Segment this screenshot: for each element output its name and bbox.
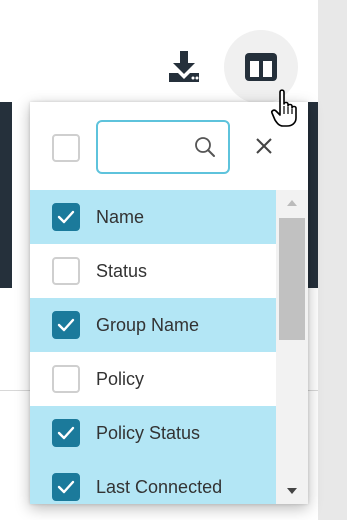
checkbox[interactable] xyxy=(52,257,80,285)
column-picker-header xyxy=(30,102,308,190)
list-item-label: Policy Status xyxy=(96,422,201,443)
divider xyxy=(0,390,30,391)
columns-icon xyxy=(245,53,277,81)
triangle-up-icon xyxy=(287,200,297,206)
search-input[interactable] xyxy=(106,136,206,158)
checkmark-icon xyxy=(57,480,75,494)
list-item-label: Group Name xyxy=(96,314,200,335)
list-item[interactable]: Policy Status xyxy=(30,406,276,460)
page: Name Status Group Name Policy Policy Sta… xyxy=(0,0,347,520)
scroll-up-button[interactable] xyxy=(276,190,308,216)
list-item[interactable]: Group Name xyxy=(30,298,276,352)
download-button[interactable] xyxy=(162,44,206,88)
list-item[interactable]: Status xyxy=(30,244,276,298)
checkbox[interactable] xyxy=(52,365,80,393)
column-chooser-button[interactable] xyxy=(224,30,298,104)
checkmark-icon xyxy=(57,318,75,332)
clear-search-button[interactable] xyxy=(248,130,280,162)
checkbox[interactable] xyxy=(52,419,80,447)
checkbox[interactable] xyxy=(52,203,80,231)
column-picker-popup: Name Status Group Name Policy Policy Sta… xyxy=(30,102,308,504)
list-item-label: Name xyxy=(96,206,145,227)
checkbox[interactable] xyxy=(52,311,80,339)
checkmark-icon xyxy=(57,210,75,224)
column-list: Name Status Group Name Policy Policy Sta… xyxy=(30,190,276,504)
select-all-checkbox[interactable] xyxy=(52,134,80,162)
list-item[interactable]: Policy xyxy=(30,352,276,406)
search-icon xyxy=(195,137,215,157)
scrollbar-thumb[interactable] xyxy=(279,218,305,340)
page-header-band xyxy=(0,102,12,288)
list-scrollbar[interactable] xyxy=(276,190,308,504)
scroll-gutter xyxy=(318,0,347,520)
checkbox[interactable] xyxy=(52,473,80,501)
search-box[interactable] xyxy=(96,120,230,174)
checkmark-icon xyxy=(57,426,75,440)
scroll-down-button[interactable] xyxy=(276,478,308,504)
list-item[interactable]: Last Connected xyxy=(30,460,276,504)
list-item-label: Policy xyxy=(96,368,145,389)
close-icon xyxy=(256,138,272,154)
list-item-label: Last Connected xyxy=(96,476,223,497)
download-icon xyxy=(169,51,199,82)
list-item[interactable]: Name xyxy=(30,190,276,244)
list-item-label: Status xyxy=(96,260,148,281)
triangle-down-icon xyxy=(287,488,297,494)
